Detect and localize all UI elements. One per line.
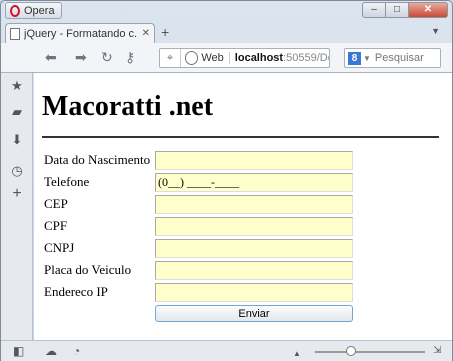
search-engine-icon[interactable]: 8 (348, 51, 361, 65)
page-content: Macoratti .net Data do Nascimento Telefo… (34, 73, 452, 340)
cep-input[interactable] (155, 194, 353, 214)
notes-icon[interactable]: ▰ (10, 105, 24, 119)
form-row-plate: Placa do Veiculo (44, 260, 353, 280)
cpf-input[interactable] (155, 216, 353, 236)
opera-logo-icon (10, 4, 20, 17)
cloud-icon[interactable]: ☁ (45, 345, 57, 357)
form-row-ip: Endereco IP (44, 282, 353, 302)
zoom-slider-handle[interactable] (346, 346, 356, 356)
cpf-label: CPF (44, 218, 68, 233)
opera-menu-button[interactable]: Opera (5, 2, 62, 19)
horizontal-rule (42, 136, 439, 138)
minimize-button[interactable]: ‒ (362, 2, 386, 18)
close-button[interactable]: ✕ (408, 2, 448, 18)
form-row-cnpj: CNPJ (44, 238, 353, 258)
opera-menu-label: Opera (24, 4, 55, 17)
chevron-down-icon[interactable]: ▼ (363, 54, 371, 63)
page-icon (10, 27, 20, 40)
globe-icon (184, 51, 199, 65)
birthdate-label: Data do Nascimento (44, 152, 151, 167)
zoom-out-icon[interactable]: ▲ (293, 348, 301, 360)
new-tab-button[interactable]: + (161, 24, 169, 40)
forward-arrow-icon[interactable]: ➡ (75, 49, 87, 66)
tab-strip: jQuery - Formatando c... ✕ + ▼ (1, 21, 452, 43)
plate-input[interactable] (155, 260, 353, 280)
download-icon[interactable]: ⬇ (10, 133, 24, 147)
history-icon[interactable]: ◷ (10, 164, 24, 178)
window-controls: ‒ □ ✕ (362, 2, 448, 18)
url-path: :50559/De (283, 52, 329, 64)
phone-label: Telefone (44, 174, 90, 189)
tab-close-icon[interactable]: ✕ (142, 28, 150, 39)
location-pin-icon[interactable]: ⌖ (160, 49, 181, 67)
title-bar: Opera ‒ □ ✕ (1, 1, 452, 21)
zoom-slider[interactable] (315, 351, 425, 353)
cep-label: CEP (44, 196, 68, 211)
phone-input[interactable] (155, 172, 353, 192)
plate-label: Placa do Veiculo (44, 262, 132, 277)
url-host: localhost (234, 52, 284, 64)
page-title: Macoratti .net (42, 91, 214, 122)
speed-icon[interactable]: ◔ (73, 345, 80, 357)
zoom-expand-icon[interactable]: ⇲ (433, 345, 441, 357)
search-placeholder: Pesquisar (374, 52, 424, 64)
cnpj-input[interactable] (155, 238, 353, 258)
maximize-button[interactable]: □ (385, 2, 409, 18)
ip-input[interactable] (155, 282, 353, 302)
tab-menu-chevron-icon[interactable]: ▼ (431, 26, 440, 36)
form-row-cpf: CPF (44, 216, 353, 236)
tab-title: jQuery - Formatando c... (24, 27, 138, 40)
search-field[interactable]: 8 ▼ Pesquisar (344, 48, 441, 68)
tab-active[interactable]: jQuery - Formatando c... ✕ (5, 23, 155, 43)
key-icon[interactable]: ⚷ (125, 49, 135, 66)
form-row-birthdate: Data do Nascimento (44, 150, 353, 170)
address-bar[interactable]: ⌖ Web localhost:50559/De (159, 48, 330, 68)
status-bar: ◧ ☁ ◔ ▲ ⇲ (1, 340, 452, 361)
plus-icon[interactable]: + (10, 186, 24, 202)
cnpj-label: CNPJ (44, 240, 75, 255)
back-arrow-icon[interactable]: ⬅ (45, 49, 57, 66)
navigation-toolbar: ⬅ ➡ ↻ ⚷ ⌖ Web localhost:50559/De 8 ▼ Pes… (1, 43, 452, 73)
panel-toggle-icon[interactable]: ◧ (13, 345, 24, 357)
form-row-phone: Telefone (44, 172, 353, 192)
birthdate-input[interactable] (155, 150, 353, 170)
browser-window: Opera ‒ □ ✕ jQuery - Formatando c... ✕ +… (0, 0, 453, 361)
sidebar: ★ ▰ ⬇ ◷ + (1, 73, 33, 340)
reload-icon[interactable]: ↻ (101, 49, 113, 66)
star-icon[interactable]: ★ (10, 79, 24, 93)
submit-button[interactable]: Enviar (155, 305, 353, 322)
ip-label: Endereco IP (44, 284, 108, 299)
form-row-cep: CEP (44, 194, 353, 214)
site-label: Web (201, 52, 230, 64)
url-text[interactable]: localhost:50559/De (230, 52, 329, 64)
